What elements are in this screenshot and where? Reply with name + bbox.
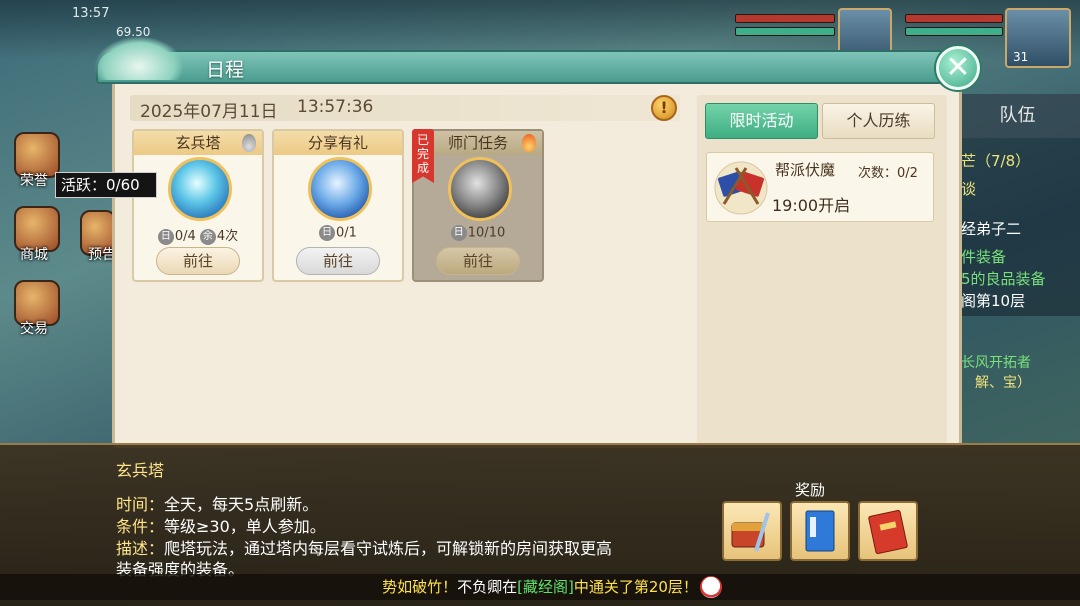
chest-icon bbox=[731, 512, 770, 552]
detail-condition-value: 等级≥30，单人参加。 bbox=[164, 517, 326, 536]
quest-line[interactable]: 解、宝） bbox=[975, 372, 1031, 392]
reward-book-red-icon[interactable] bbox=[858, 501, 918, 561]
daily-count: 10/10 bbox=[467, 225, 506, 241]
event-time: 19:00开启 bbox=[772, 196, 851, 215]
ticker-part-3[interactable]: [藏经阁] bbox=[517, 578, 574, 596]
chick-emoji-icon bbox=[700, 576, 722, 598]
tower-orb-icon bbox=[168, 157, 232, 221]
day-badge-icon: 日 bbox=[319, 225, 336, 241]
side-label-trade: 交易 bbox=[20, 321, 48, 337]
date-text: 2025年07月11日 bbox=[140, 102, 278, 122]
quest-line[interactable]: 经弟子二 bbox=[961, 218, 1021, 239]
hp-bar-left bbox=[735, 14, 835, 23]
activity-card-share[interactable]: 分享有礼 日 0/1 前往 bbox=[272, 129, 404, 282]
mp-bar-right bbox=[905, 27, 1003, 36]
quest-line[interactable]: 长风开拓者 bbox=[961, 352, 1031, 372]
quest-line[interactable]: 5的良品装备 bbox=[961, 268, 1046, 289]
detail-condition-key: 条件： bbox=[116, 517, 165, 536]
mp-bar-left bbox=[735, 27, 835, 36]
side-label-shop: 商城 bbox=[20, 247, 48, 263]
quest-line[interactable]: 件装备 bbox=[961, 246, 1006, 267]
detail-time-value: 全天，每天5点刷新。 bbox=[164, 495, 319, 514]
reward-label: 奖励 bbox=[795, 481, 826, 499]
tab-personal-training[interactable]: 个人历练 bbox=[822, 103, 935, 139]
event-count: 次数：0/2 bbox=[858, 166, 918, 181]
reward-chest-sword-icon[interactable] bbox=[722, 501, 782, 561]
go-button[interactable]: 前往 bbox=[296, 247, 380, 275]
close-icon: ✕ bbox=[945, 50, 971, 85]
day-badge-icon: 日 bbox=[450, 225, 467, 241]
detail-time-key: 时间： bbox=[116, 495, 165, 514]
ticker-part-4: 中通关了第20层！ bbox=[573, 578, 698, 596]
quest-line[interactable]: 阁第10层 bbox=[961, 290, 1025, 311]
event-name: 帮派伏魔 bbox=[775, 161, 836, 179]
info-alert-icon[interactable]: ! bbox=[651, 95, 677, 121]
close-button[interactable]: ✕ bbox=[936, 46, 980, 90]
clock-text: 13:57 bbox=[72, 6, 110, 21]
red-book-icon bbox=[868, 509, 908, 555]
detail-time-line: 时间：全天，每天5点刷新。 bbox=[116, 491, 318, 515]
remain-count: 4次 bbox=[216, 229, 239, 244]
broadcast-ticker: 势如破竹！不负卿在[藏经阁]中通关了第20层！ bbox=[0, 574, 1080, 600]
tab-team[interactable]: 队伍 bbox=[955, 94, 1080, 138]
activity-points-tooltip: 活跃：0/60 bbox=[55, 172, 157, 198]
player-portrait[interactable]: 31 bbox=[1005, 8, 1071, 68]
quest-line[interactable]: 芒（7/8） bbox=[961, 150, 1030, 171]
tab-timed-activities[interactable]: 限时活动 bbox=[705, 103, 818, 139]
detail-title: 玄兵塔 bbox=[116, 461, 165, 480]
fire-icon bbox=[522, 134, 536, 152]
side-label-honor: 荣誉 bbox=[20, 173, 48, 189]
card-count: 日 0/4 余 4次 bbox=[134, 225, 262, 245]
timed-activity-column bbox=[697, 95, 947, 443]
time-text: 13:57:36 bbox=[297, 97, 374, 117]
scroll-orb-icon bbox=[448, 157, 512, 221]
crossed-flags-icon bbox=[714, 161, 768, 215]
activity-card-xuanbingta[interactable]: 玄兵塔 日 0/4 余 4次 前往 bbox=[132, 129, 264, 282]
dialog-title: 日程 bbox=[206, 59, 245, 81]
hp-bar-right bbox=[905, 14, 1003, 23]
day-badge-icon: 日 bbox=[157, 228, 174, 245]
reward-book-blue-icon[interactable] bbox=[790, 501, 850, 561]
daily-count: 0/1 bbox=[336, 225, 357, 241]
card-count: 日 10/10 bbox=[414, 225, 542, 241]
go-button[interactable]: 前往 bbox=[156, 247, 240, 275]
remain-badge-icon: 余 bbox=[199, 228, 216, 245]
player-level: 31 bbox=[1013, 50, 1029, 64]
fire-icon bbox=[242, 134, 256, 152]
completed-flag: 已完成 bbox=[412, 129, 434, 183]
quest-line[interactable]: 谈 bbox=[961, 178, 976, 199]
cloud-ornament-icon bbox=[94, 36, 184, 80]
go-button[interactable]: 前往 bbox=[436, 247, 520, 275]
blue-book-icon bbox=[805, 510, 835, 552]
card-title: 分享有礼 bbox=[274, 131, 402, 155]
ticker-part-1: 势如破竹！ bbox=[382, 578, 458, 596]
card-count: 日 0/1 bbox=[274, 225, 402, 241]
detail-condition-line: 条件：等级≥30，单人参加。 bbox=[116, 513, 326, 537]
activity-card-shimen[interactable]: 师门任务 日 10/10 前往 已完成 bbox=[412, 129, 544, 282]
gift-orb-icon bbox=[308, 157, 372, 221]
daily-count: 0/4 bbox=[174, 229, 196, 244]
ticker-part-2: 不负卿在 bbox=[457, 578, 518, 596]
